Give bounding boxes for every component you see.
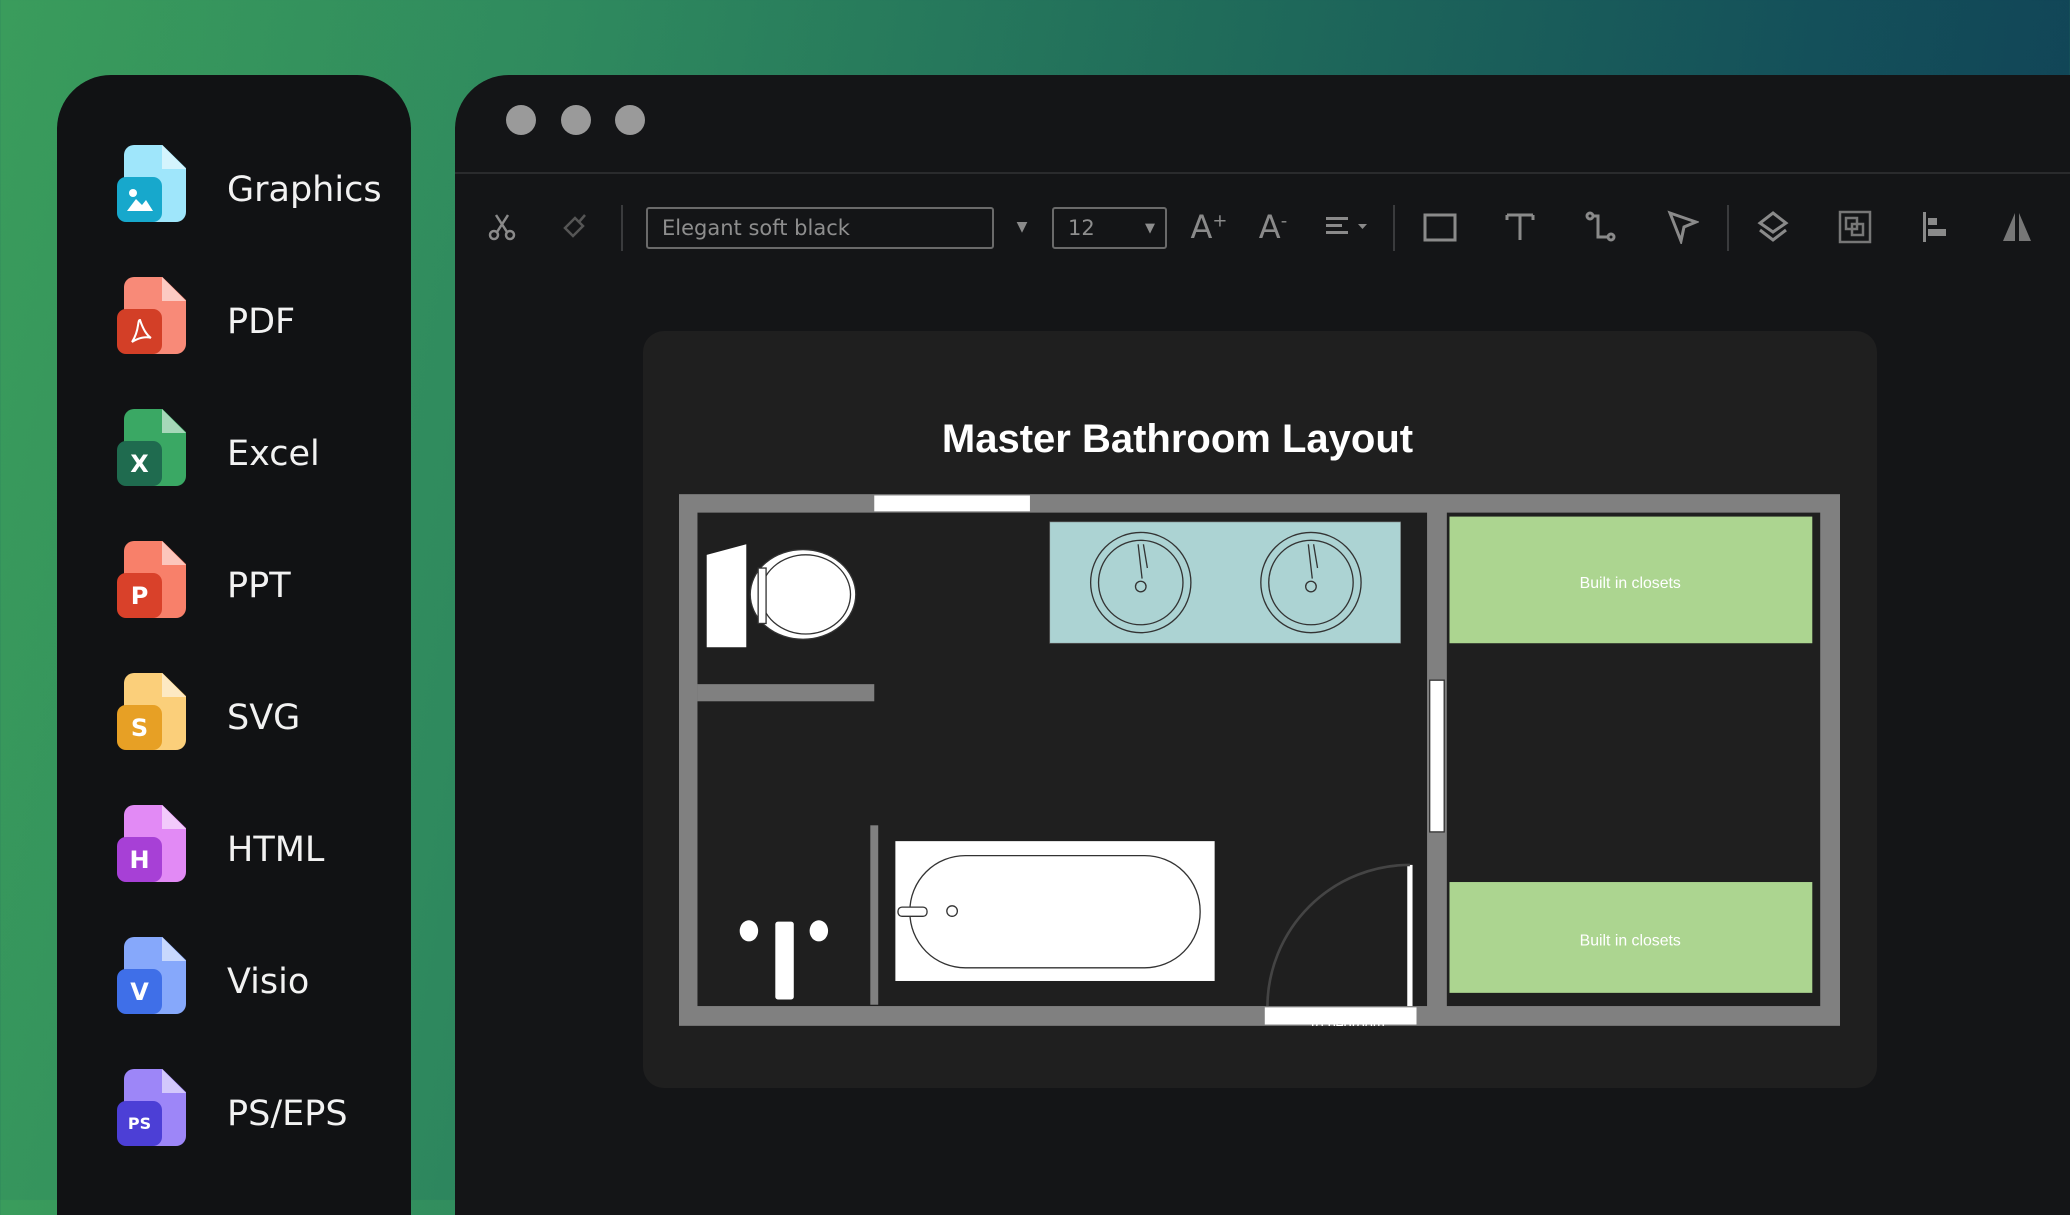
rectangle-icon (1423, 213, 1457, 242)
sidebar-item-label: Excel (227, 434, 320, 474)
ppt-file-icon: P (117, 541, 197, 631)
text-tool[interactable] (1502, 207, 1538, 247)
window-maximize-button[interactable] (615, 105, 645, 135)
sidebar-item-label: PPT (227, 566, 291, 606)
layers-button[interactable] (1755, 207, 1791, 247)
diagram-title: Master Bathroom Layout (941, 417, 1414, 461)
font-family-value: Elegant soft black (662, 216, 850, 240)
badge-letter: S (130, 713, 149, 742)
shower-partition (870, 825, 879, 1005)
scissors-icon (488, 214, 516, 241)
badge-letter: H (129, 845, 150, 874)
font-size-value: 12 (1068, 216, 1095, 240)
sidebar-item-label: PDF (227, 302, 296, 342)
align-left-icon (1923, 212, 1946, 242)
image-file-icon (117, 145, 197, 235)
closet-label: Built in closets (1580, 575, 1681, 592)
flip-button[interactable] (1999, 207, 2035, 247)
closet-door (1429, 679, 1445, 833)
export-format-sidebar: Graphics PDF X Excel P PPT S SVG H HTML V Visio PS PS… (57, 75, 411, 1215)
closet-label: Built in closets (1580, 932, 1681, 949)
layers-icon (1757, 211, 1789, 242)
decrease-font-button[interactable]: A- (1255, 207, 1291, 247)
svg-file-icon: S (117, 673, 197, 763)
window-minimize-button[interactable] (561, 105, 591, 135)
format-painter-button[interactable] (559, 207, 593, 247)
sidebar-item-pseps[interactable]: PS PS/EPS (117, 1069, 407, 1159)
sidebar-item-label: Visio (227, 962, 310, 1002)
toolbar-separator (621, 205, 623, 251)
pointer-tool[interactable] (1665, 207, 1701, 247)
sidebar-item-html[interactable]: H HTML (117, 805, 407, 895)
door-label: To bedroom (1308, 1018, 1385, 1026)
door-leaf (1407, 864, 1413, 1007)
sidebar-item-label: Graphics (227, 170, 382, 210)
flip-icon (2003, 213, 2031, 241)
sidebar-item-ppt[interactable]: P PPT (117, 541, 407, 631)
window-close-button[interactable] (506, 105, 536, 135)
badge-letter: X (130, 449, 149, 478)
badge-letter: PS (127, 1114, 152, 1133)
html-file-icon: H (117, 805, 197, 895)
group-icon (1838, 210, 1872, 244)
sidebar-item-pdf[interactable]: PDF (117, 277, 407, 367)
pointer-icon (1667, 210, 1699, 244)
align-left-text-icon (1326, 217, 1367, 234)
font-family-input[interactable]: Elegant soft black (646, 207, 994, 249)
divider (455, 172, 2070, 174)
increase-font-button[interactable]: A+ (1190, 207, 1228, 247)
diagram-canvas[interactable]: Master Bathroom Layout Built in closets … (643, 331, 1877, 1088)
sidebar-item-label: PS/EPS (227, 1094, 348, 1134)
sidebar-item-label: HTML (227, 830, 325, 870)
font-family-dropdown[interactable]: ▼ (1012, 207, 1032, 247)
brush-icon (563, 214, 586, 238)
sidebar-item-excel[interactable]: X Excel (117, 409, 407, 499)
vanity (1049, 521, 1401, 644)
ps-eps-file-icon: PS (117, 1069, 197, 1159)
toilet (706, 544, 857, 648)
sidebar-item-label: SVG (227, 698, 301, 738)
editor-window: Elegant soft black ▼ 12 ▼ A+ A- Master Ba… (455, 75, 2070, 1215)
connector-icon (1585, 211, 1616, 242)
font-decrease-icon: A- (1258, 208, 1288, 246)
cut-button[interactable] (485, 207, 519, 247)
group-button[interactable] (1837, 207, 1873, 247)
window (874, 495, 1030, 512)
badge-letter: V (130, 977, 149, 1006)
chevron-down-icon: ▼ (1145, 220, 1155, 236)
text-icon (1505, 213, 1535, 240)
connector-tool[interactable] (1583, 207, 1619, 247)
excel-file-icon: X (117, 409, 197, 499)
pdf-file-icon (117, 277, 197, 367)
font-increase-icon: A+ (1190, 208, 1228, 246)
sidebar-item-svg[interactable]: S SVG (117, 673, 407, 763)
bathtub (895, 841, 1215, 981)
chevron-down-icon: ▼ (1016, 219, 1028, 235)
badge-letter: P (130, 581, 149, 610)
sidebar-item-graphics[interactable]: Graphics (117, 145, 407, 235)
font-size-select[interactable]: 12 ▼ (1052, 207, 1167, 249)
visio-file-icon: V (117, 937, 197, 1027)
partition-wall (697, 684, 875, 702)
floor-plan: Built in closets Built in closets To bed… (679, 494, 1840, 1026)
toolbar-separator (1393, 205, 1395, 251)
toolbar-separator (1727, 205, 1729, 251)
rectangle-tool[interactable] (1422, 207, 1458, 247)
text-align-button[interactable] (1323, 207, 1373, 247)
sidebar-item-visio[interactable]: V Visio (117, 937, 407, 1027)
align-button[interactable] (1917, 207, 1953, 247)
